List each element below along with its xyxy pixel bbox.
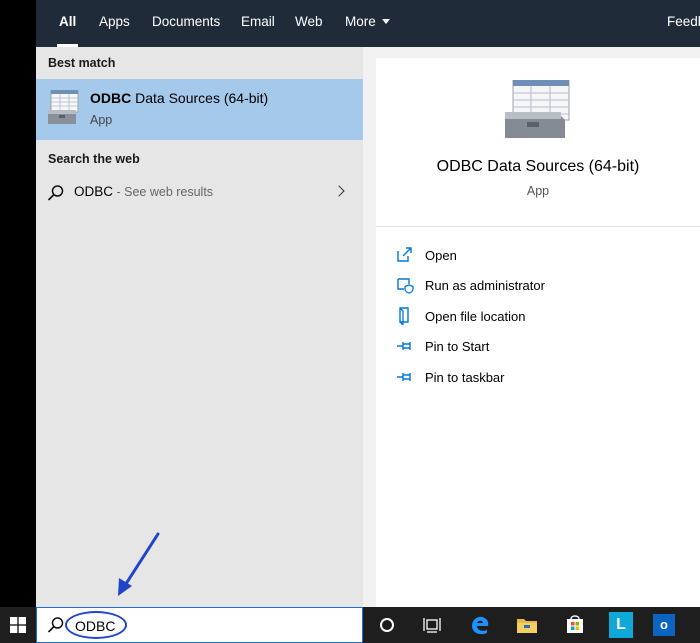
annotation-arrow xyxy=(118,532,160,596)
best-match-item[interactable]: ODBC Data Sources (64-bit) App xyxy=(36,79,363,140)
pin-icon xyxy=(397,373,411,381)
task-view-button[interactable] xyxy=(415,607,449,643)
search-panel: All Apps Documents Email Web More Feed b … xyxy=(36,0,700,608)
web-result-query: ODBC xyxy=(74,184,114,199)
task-view-icon xyxy=(423,618,441,633)
action-list: Open Run as administrator Open file loca… xyxy=(376,226,700,608)
best-match-name-rest: Data Sources (64-bit) xyxy=(131,90,269,106)
best-match-name-bold: ODBC xyxy=(90,90,132,106)
app-preview-card: ODBC Data Sources (64-bit) App xyxy=(376,58,700,226)
store-icon xyxy=(567,615,583,633)
web-result-text: ODBC - See web results xyxy=(74,184,213,199)
best-match-type: App xyxy=(90,113,113,127)
outlook-button[interactable]: o xyxy=(648,607,682,643)
action-run-as-admin-label: Run as administrator xyxy=(425,278,545,293)
preview-pane: ODBC Data Sources (64-bit) App Open Run … xyxy=(376,58,700,608)
action-pin-to-start-label: Pin to Start xyxy=(425,339,490,354)
odbc-app-large-icon xyxy=(505,80,570,138)
tab-web[interactable]: Web xyxy=(295,0,323,47)
cortana-button[interactable] xyxy=(370,607,404,643)
action-open-label: Open xyxy=(425,248,457,263)
chevron-right-icon[interactable] xyxy=(333,185,345,197)
edge-button[interactable] xyxy=(463,607,497,643)
caret-down-icon xyxy=(381,18,390,24)
file-location-icon xyxy=(399,307,409,325)
file-explorer-button[interactable] xyxy=(510,607,544,643)
launcher-l-icon: L xyxy=(609,612,633,638)
tab-documents[interactable]: Documents xyxy=(152,0,220,47)
tab-all[interactable]: All xyxy=(56,0,79,47)
store-button[interactable] xyxy=(558,607,592,643)
results-list: Best match ODBC Data Sources (64-bit) Ap… xyxy=(36,47,363,607)
action-open-file-location-label: Open file location xyxy=(425,309,526,324)
tab-more[interactable]: More xyxy=(345,0,390,47)
search-input[interactable]: ODBC xyxy=(75,618,115,634)
file-explorer-icon xyxy=(517,619,537,633)
web-result-item[interactable]: ODBC - See web results xyxy=(36,178,363,208)
app-type: App xyxy=(526,184,550,198)
web-result-suffix: - See web results xyxy=(113,185,214,199)
search-icon xyxy=(47,617,64,633)
windows-start-icon xyxy=(10,617,26,633)
best-match-heading: Best match xyxy=(48,56,116,70)
tab-more-label: More xyxy=(345,14,376,29)
search-web-heading: Search the web xyxy=(48,152,140,166)
search-icon xyxy=(47,185,64,201)
edge-icon xyxy=(472,616,489,635)
shield-icon xyxy=(397,278,414,294)
best-match-name: ODBC Data Sources (64-bit) xyxy=(90,90,268,106)
cortana-icon xyxy=(380,618,394,632)
app-title: ODBC Data Sources (64-bit) xyxy=(436,158,640,175)
odbc-app-icon xyxy=(48,90,79,124)
filter-tab-bar: All Apps Documents Email Web More Feedb xyxy=(36,0,700,47)
tab-apps[interactable]: Apps xyxy=(99,0,130,47)
desktop-background xyxy=(0,0,36,607)
tab-email[interactable]: Email xyxy=(241,0,275,47)
search-box[interactable]: ODBC xyxy=(36,607,363,643)
pin-icon xyxy=(397,342,411,350)
launcher-button[interactable]: L xyxy=(604,607,638,643)
action-pin-to-taskbar-label: Pin to taskbar xyxy=(425,370,505,385)
start-button[interactable] xyxy=(0,607,36,643)
outlook-icon: o xyxy=(653,614,675,636)
tab-feedback[interactable]: Feedb xyxy=(667,0,700,47)
open-icon xyxy=(397,247,412,262)
